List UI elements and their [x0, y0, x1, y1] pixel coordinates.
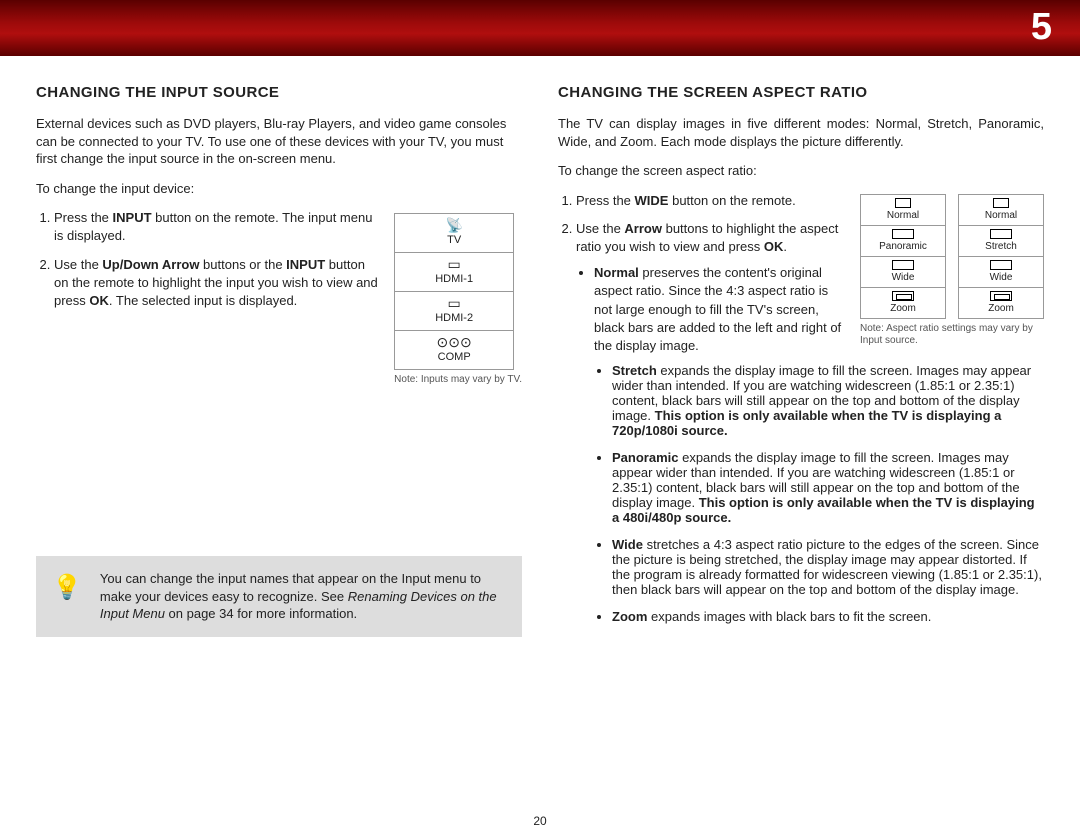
input-menu-figure: 📡TV ▭HDMI-1 ▭HDMI-2 ⊙⊙⊙COMP Note: Inputs… [394, 209, 522, 386]
mode-zoom: Zoom expands images with black bars to f… [612, 609, 1044, 624]
aspect-figure: Normal Panoramic Wide Zoom Normal Stretc… [860, 192, 1044, 347]
aspect-col-2: Normal Stretch Wide Zoom [958, 194, 1044, 319]
input-step-1: Press the INPUT button on the remote. Th… [54, 209, 380, 245]
chapter-header: 5 [0, 0, 1080, 56]
aspect-zoom: Zoom [860, 287, 946, 319]
input-menu-hdmi1: ▭HDMI-1 [395, 253, 513, 292]
mode-panoramic: Panoramic expands the display image to f… [612, 450, 1044, 525]
aspect-zoom-2: Zoom [958, 287, 1044, 319]
lightbulb-icon: 💡 [52, 572, 82, 604]
mode-normal: Normal preserves the content's original … [594, 264, 846, 355]
aspect-step-2: Use the Arrow buttons to highlight the a… [576, 220, 846, 355]
aspect-normal-2: Normal [958, 194, 1044, 225]
lead-in-input: To change the input device: [36, 180, 522, 198]
aspect-step-1: Press the WIDE button on the remote. [576, 192, 846, 210]
antenna-icon: 📡 [395, 218, 513, 232]
heading-aspect-ratio: CHANGING THE SCREEN ASPECT RATIO [558, 84, 1044, 101]
hdmi-icon: ▭ [395, 257, 513, 271]
aspect-mode-list-cont: Stretch expands the display image to fil… [558, 363, 1044, 624]
input-menu-note: Note: Inputs may vary by TV. [394, 374, 522, 386]
component-icon: ⊙⊙⊙ [395, 335, 513, 349]
tip-text: You can change the input names that appe… [100, 570, 506, 623]
aspect-mode-list: Normal preserves the content's original … [576, 264, 846, 355]
left-column: CHANGING THE INPUT SOURCE External devic… [36, 84, 522, 637]
aspect-note: Note: Aspect ratio settings may vary by … [860, 323, 1040, 347]
input-step-2: Use the Up/Down Arrow buttons or the INP… [54, 256, 380, 311]
hdmi-icon: ▭ [395, 296, 513, 310]
heading-input-source: CHANGING THE INPUT SOURCE [36, 84, 522, 101]
aspect-panoramic: Panoramic [860, 225, 946, 256]
mode-wide: Wide stretches a 4:3 aspect ratio pictur… [612, 537, 1044, 597]
input-menu: 📡TV ▭HDMI-1 ▭HDMI-2 ⊙⊙⊙COMP [394, 213, 514, 370]
chapter-number: 5 [1031, 6, 1052, 49]
lead-in-aspect: To change the screen aspect ratio: [558, 162, 1044, 180]
aspect-normal: Normal [860, 194, 946, 225]
right-column: CHANGING THE SCREEN ASPECT RATIO The TV … [558, 84, 1044, 637]
input-menu-hdmi2: ▭HDMI-2 [395, 292, 513, 331]
tip-box: 💡 You can change the input names that ap… [36, 556, 522, 637]
aspect-steps: Press the WIDE button on the remote. Use… [558, 192, 846, 356]
intro-input-source: External devices such as DVD players, Bl… [36, 115, 522, 168]
input-menu-comp: ⊙⊙⊙COMP [395, 331, 513, 369]
aspect-wide: Wide [860, 256, 946, 287]
input-steps: Press the INPUT button on the remote. Th… [36, 209, 380, 310]
intro-aspect: The TV can display images in five differ… [558, 115, 1044, 150]
aspect-stretch: Stretch [958, 225, 1044, 256]
aspect-col-1: Normal Panoramic Wide Zoom [860, 194, 946, 319]
aspect-wide-2: Wide [958, 256, 1044, 287]
input-menu-tv: 📡TV [395, 214, 513, 253]
mode-stretch: Stretch expands the display image to fil… [612, 363, 1044, 438]
page-number: 20 [533, 814, 546, 828]
page-body: CHANGING THE INPUT SOURCE External devic… [0, 56, 1080, 647]
